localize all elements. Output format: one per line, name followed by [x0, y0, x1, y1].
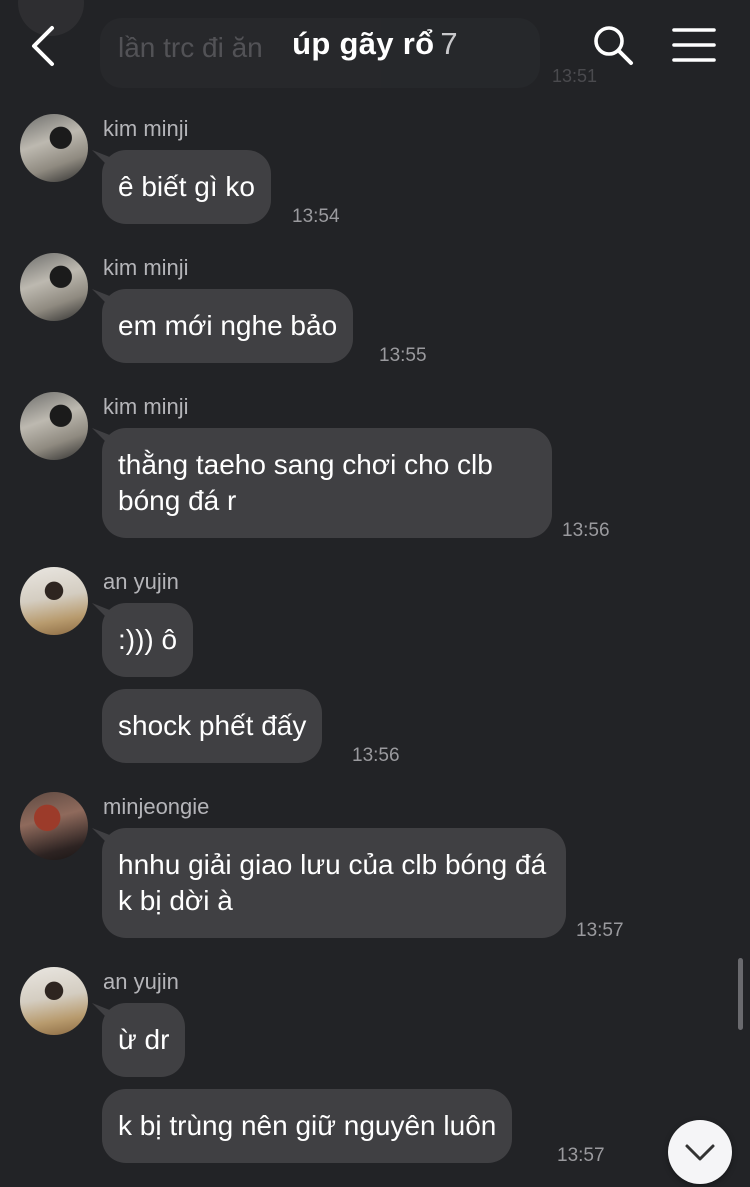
- message-bubble[interactable]: hnhu giải giao lưu của clb bóng đá k bị …: [102, 828, 566, 938]
- chat-header: lần trc đi ăn 13:51 úp gãy rổ 7: [0, 0, 750, 92]
- message-text: em mới nghe bảo: [118, 310, 338, 341]
- hamburger-icon: [672, 28, 716, 62]
- message-text: ừ dr: [118, 1024, 170, 1055]
- menu-button[interactable]: [670, 26, 718, 64]
- member-count: 7: [440, 26, 458, 61]
- message-time: 13:57: [557, 1145, 605, 1166]
- sender-name: an yujin: [103, 569, 179, 594]
- message-time: 13:55: [379, 345, 427, 366]
- scrollbar[interactable]: [738, 958, 743, 1030]
- message-bubble[interactable]: thằng taeho sang chơi cho clb bóng đá r: [102, 428, 552, 538]
- sender-name: an yujin: [103, 969, 179, 994]
- avatar[interactable]: [20, 567, 88, 635]
- sender-name: kim minji: [103, 116, 189, 141]
- group-name: úp gãy rổ: [292, 26, 435, 61]
- avatar[interactable]: [20, 792, 88, 860]
- search-button[interactable]: [592, 24, 634, 66]
- message-bubble[interactable]: ừ dr: [102, 1003, 186, 1077]
- avatar[interactable]: [20, 392, 88, 460]
- sender-name: kim minji: [103, 394, 189, 419]
- message-time: 13:57: [576, 920, 624, 941]
- avatar[interactable]: [20, 114, 88, 182]
- avatar[interactable]: [20, 967, 88, 1035]
- search-icon: [594, 26, 633, 65]
- message-text: hnhu giải giao lưu của clb bóng đá k bị …: [118, 849, 547, 916]
- message-time: 13:54: [292, 206, 340, 227]
- chevron-down-icon: [685, 1144, 715, 1161]
- sender-name: minjeongie: [103, 794, 210, 819]
- message-bubble[interactable]: :))) ô: [102, 603, 194, 677]
- message-text: thằng taeho sang chơi cho clb bóng đá r: [118, 449, 493, 516]
- message-bubble[interactable]: k bị trùng nên giữ nguyên luôn: [102, 1089, 513, 1163]
- chat-title[interactable]: úp gãy rổ 7: [0, 26, 750, 62]
- message-bubble[interactable]: em mới nghe bảo: [102, 289, 354, 363]
- message-time: 13:56: [352, 745, 400, 766]
- message-time: 13:56: [562, 520, 610, 541]
- avatar[interactable]: [20, 253, 88, 321]
- message-text: shock phết đấy: [118, 710, 307, 741]
- message-text: :))) ô: [118, 624, 178, 655]
- message-bubble[interactable]: shock phết đấy: [102, 689, 323, 763]
- message-bubble[interactable]: ê biết gì ko: [102, 150, 271, 224]
- previous-message-time: 13:51: [552, 66, 598, 86]
- message-text: k bị trùng nên giữ nguyên luôn: [118, 1110, 497, 1141]
- scroll-to-bottom-button[interactable]: [668, 1120, 732, 1184]
- sender-name: kim minji: [103, 255, 189, 280]
- message-text: ê biết gì ko: [118, 171, 255, 202]
